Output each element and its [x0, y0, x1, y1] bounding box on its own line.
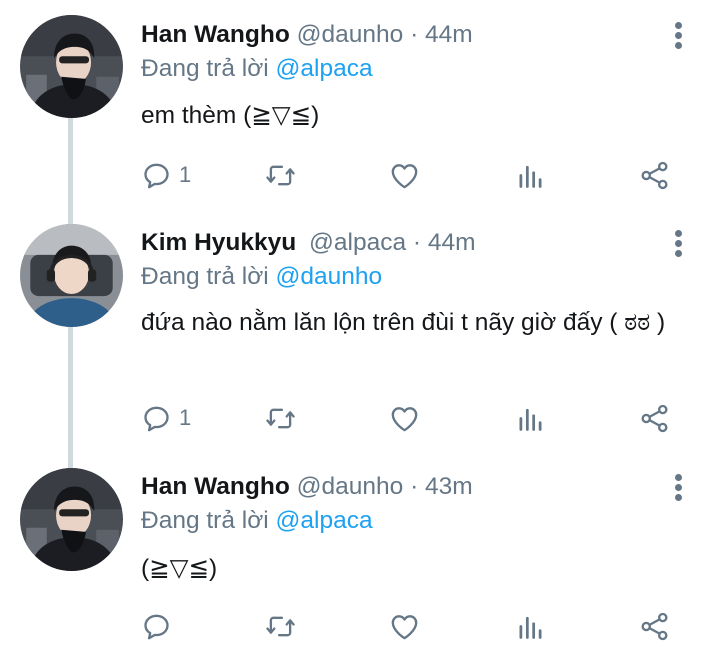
tweet-header: Han Wangho @daunho · 43m [141, 472, 473, 502]
action-bar [0, 608, 720, 644]
share-icon [638, 402, 671, 435]
heart-icon [388, 610, 421, 643]
analytics-icon [514, 159, 547, 192]
retweet-icon [264, 159, 297, 192]
reply-count: 1 [179, 162, 192, 187]
tweet-text: đứa nào nằm lăn lộn trên đùi t nãy giờ đ… [141, 309, 666, 336]
reply-button[interactable]: 1 [140, 157, 191, 193]
handle[interactable]: @daunho [297, 473, 404, 500]
action-bar: 1 [0, 400, 720, 436]
replying-to: Đang trả lời @alpaca [141, 506, 373, 536]
reply-icon [140, 610, 173, 643]
reply-icon [140, 159, 173, 192]
timestamp[interactable]: · 44m [413, 229, 476, 256]
share-button[interactable] [638, 400, 671, 436]
tweet-text: (≧▽≦) [141, 555, 218, 582]
reply-button[interactable] [140, 608, 179, 644]
share-button[interactable] [638, 157, 671, 193]
replying-to-label: Đang trả lời [141, 507, 269, 534]
mention-link[interactable]: @daunho [276, 263, 383, 290]
retweet-button[interactable] [264, 608, 297, 644]
tweet-header: Han Wangho @daunho · 44m [141, 20, 473, 50]
replying-to: Đang trả lời @alpaca [141, 54, 373, 84]
display-name[interactable]: Kim Hyukkyu [141, 229, 296, 256]
thread-line [68, 327, 73, 468]
action-bar: 1 [0, 157, 720, 193]
share-icon [638, 610, 671, 643]
tweet-text: em thèm (≧▽≦) [141, 102, 320, 129]
replying-to-label: Đang trả lời [141, 263, 269, 290]
avatar[interactable] [20, 15, 123, 118]
retweet-button[interactable] [264, 157, 297, 193]
mention-link[interactable]: @alpaca [276, 55, 373, 82]
reply-icon [140, 402, 173, 435]
retweet-icon [264, 402, 297, 435]
more-vertical-icon[interactable] [671, 472, 685, 502]
heart-icon [388, 402, 421, 435]
share-button[interactable] [638, 608, 671, 644]
avatar[interactable] [20, 224, 123, 327]
timestamp[interactable]: · 43m [410, 473, 473, 500]
handle[interactable]: @daunho [297, 21, 404, 48]
display-name[interactable]: Han Wangho [141, 21, 290, 48]
replying-to: Đang trả lời @daunho [141, 262, 382, 292]
tweet[interactable]: Han Wangho @daunho · 44m Đang trả lời @a… [0, 0, 720, 224]
like-button[interactable] [388, 157, 421, 193]
timestamp[interactable]: · 44m [410, 21, 473, 48]
replying-to-label: Đang trả lời [141, 55, 269, 82]
analytics-button[interactable] [514, 400, 547, 436]
like-button[interactable] [388, 608, 421, 644]
more-vertical-icon[interactable] [671, 20, 685, 50]
avatar[interactable] [20, 468, 123, 571]
analytics-button[interactable] [514, 608, 547, 644]
handle[interactable]: @alpaca [309, 229, 406, 256]
analytics-icon [514, 402, 547, 435]
tweet-header: Kim Hyukkyu @alpaca · 44m [141, 228, 476, 258]
analytics-button[interactable] [514, 157, 547, 193]
retweet-button[interactable] [264, 400, 297, 436]
like-button[interactable] [388, 400, 421, 436]
display-name[interactable]: Han Wangho [141, 473, 290, 500]
share-icon [638, 159, 671, 192]
analytics-icon [514, 610, 547, 643]
tweet[interactable]: Han Wangho @daunho · 43m Đang trả lời @a… [0, 468, 720, 658]
heart-icon [388, 159, 421, 192]
more-vertical-icon[interactable] [671, 228, 685, 258]
retweet-icon [264, 610, 297, 643]
mention-link[interactable]: @alpaca [276, 507, 373, 534]
reply-button[interactable]: 1 [140, 400, 191, 436]
reply-count: 1 [179, 405, 192, 430]
tweet[interactable]: Kim Hyukkyu @alpaca · 44m Đang trả lời @… [0, 224, 720, 468]
